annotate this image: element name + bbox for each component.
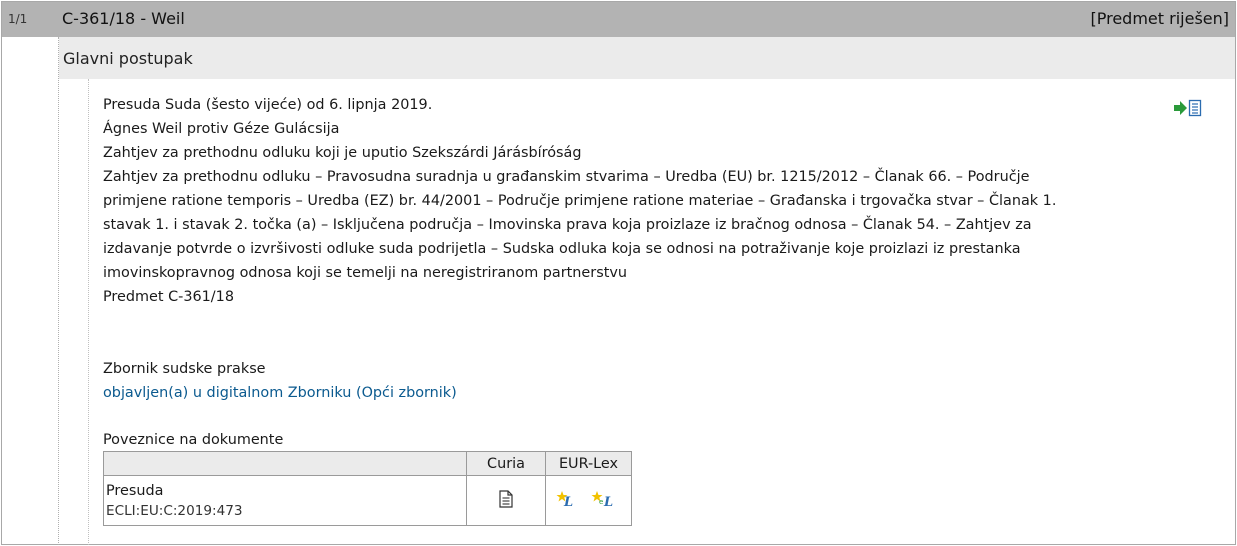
subject-line: Zahtjev za prethodnu odluku – Pravosudna…	[103, 169, 1030, 185]
doc-column-header	[103, 451, 467, 476]
case-title: C-361/18 - Weil	[62, 9, 185, 28]
case-status: [Predmet riješen]	[1090, 9, 1230, 28]
inner-divider	[88, 79, 89, 545]
procedure-header: Glavni postupak	[59, 37, 1235, 79]
document-icon[interactable]	[498, 489, 514, 508]
doc-links-table: Curia EUR-Lex Presuda ECLI:EU:C:2019:473…	[103, 451, 632, 526]
export-list-icon[interactable]	[1173, 99, 1203, 117]
doc-cell: Presuda ECLI:EU:C:2019:473	[103, 475, 467, 526]
report-label: Zbornik sudske prakse	[103, 361, 266, 377]
subject-line: primjene ratione temporis – Uredba (EZ) …	[103, 193, 1057, 209]
parties: Ágnes Weil protiv Géze Gulácsija	[103, 121, 340, 137]
doc-links-label: Poveznice na dokumente	[103, 432, 284, 448]
eurlex-icon[interactable]: e L	[590, 489, 622, 510]
judgment-title: Presuda Suda (šesto vijeće) od 6. lipnja…	[103, 97, 433, 113]
svg-text:e: e	[599, 498, 603, 506]
curia-column-header: Curia	[466, 451, 546, 476]
doc-type: Presuda	[106, 482, 164, 499]
report-link[interactable]: objavljen(a) u digitalnom Zborniku (Opći…	[103, 381, 457, 405]
case-number: Predmet C-361/18	[103, 289, 234, 305]
eurlex-column-header: EUR-Lex	[545, 451, 632, 476]
ecli-identifier: ECLI:EU:C:2019:473	[106, 502, 243, 519]
subject-line: stavak 1. i stavak 2. točka (a) – Isklju…	[103, 217, 1032, 233]
svg-text:L: L	[563, 495, 573, 509]
eurlex-icon[interactable]: L	[555, 489, 585, 510]
svg-text:L: L	[603, 495, 613, 509]
left-gutter	[2, 37, 59, 545]
table-header-row: Curia EUR-Lex	[103, 451, 632, 476]
result-counter: 1/1	[8, 12, 28, 26]
table-row: Presuda ECLI:EU:C:2019:473 L e L	[103, 475, 632, 526]
subject-line: imovinskopravnog odnosa koji se temelji …	[103, 265, 627, 281]
eurlex-cell: L e L	[545, 475, 632, 526]
case-header: 1/1 C-361/18 - Weil [Predmet riješen]	[2, 2, 1235, 37]
curia-cell	[466, 475, 546, 526]
referring-court: Zahtjev za prethodnu odluku koji je uput…	[103, 145, 582, 161]
report-section: Zbornik sudske prakse objavljen(a) u dig…	[103, 357, 457, 405]
subject-line: izdavanje potvrde o izvršivosti odluke s…	[103, 241, 1021, 257]
procedure-label: Glavni postupak	[63, 49, 193, 68]
judgment-details: Presuda Suda (šesto vijeće) od 6. lipnja…	[103, 93, 1133, 309]
